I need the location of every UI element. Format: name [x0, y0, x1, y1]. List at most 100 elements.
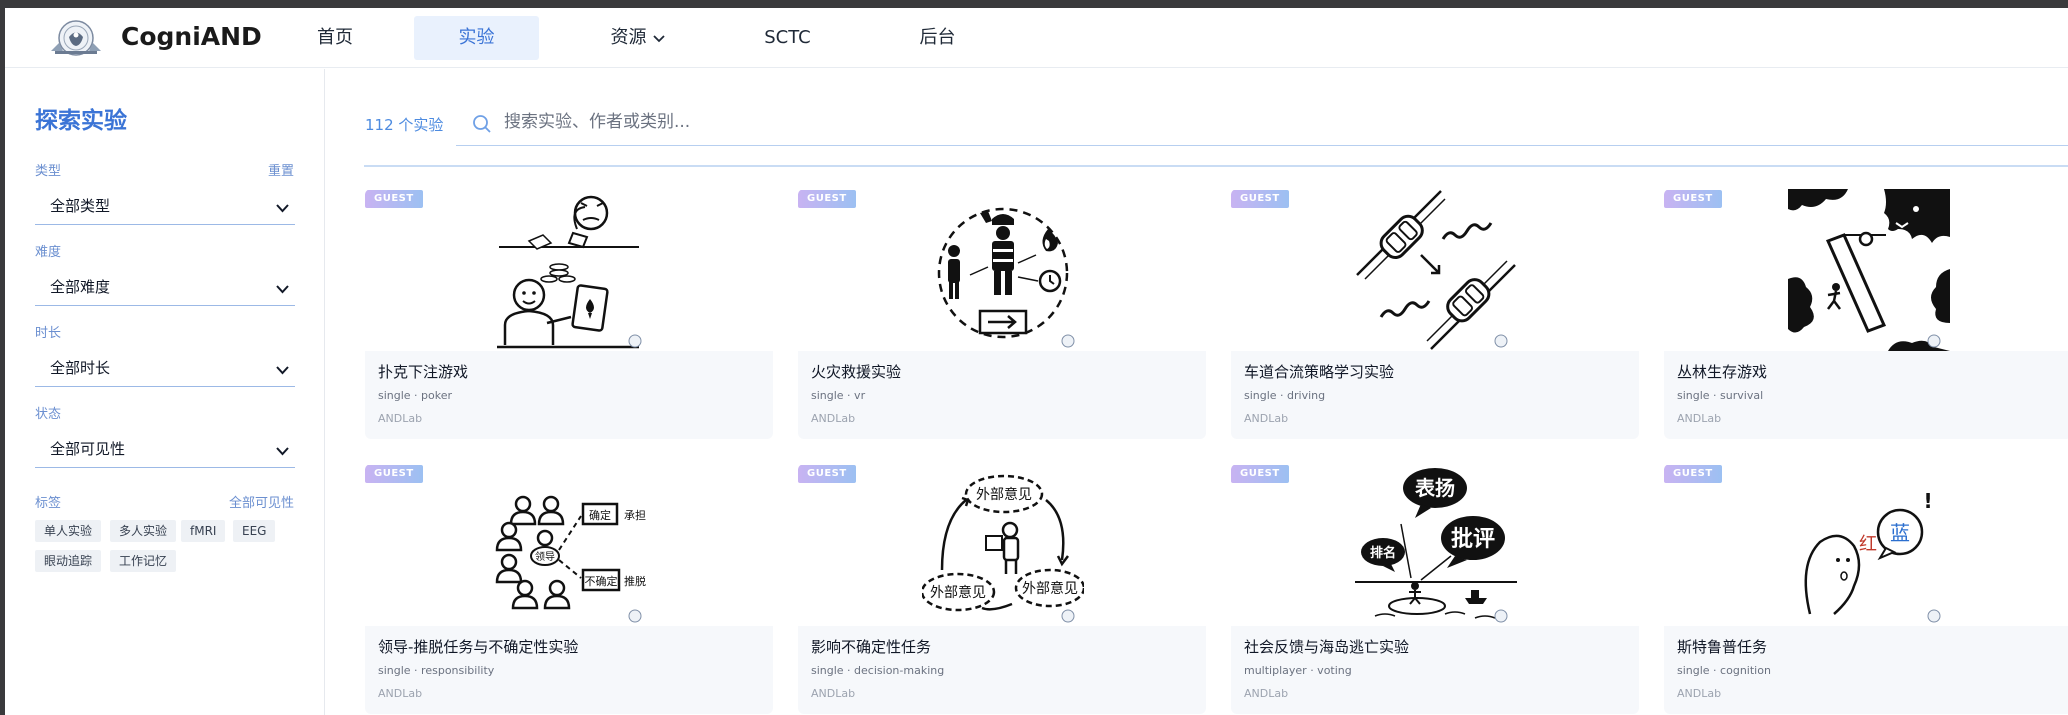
search-bar[interactable]: [456, 98, 2068, 146]
leadership-label-unsure: 不确定: [585, 574, 618, 588]
guest-badge: GUEST: [1231, 190, 1289, 208]
card-info: 车道合流策略学习实验 single · driving ANDLab: [1231, 351, 1639, 439]
experiment-count: 112 个实验: [365, 116, 444, 134]
nav-resources[interactable]: 资源: [575, 16, 700, 60]
guest-badge: GUEST: [365, 190, 423, 208]
card-author: ANDLab: [1244, 687, 1289, 700]
card-info: 丛林生存游戏 single · survival ANDLab: [1664, 351, 2068, 439]
difficulty-filter-label: 难度: [35, 245, 62, 260]
experiment-card[interactable]: GUEST 扑克下注游戏 single · poker ANDLab: [365, 189, 773, 439]
experiment-card[interactable]: 表扬 批评 排名 GUEST 社会反馈与海岛逃亡实验 multiplayer ·…: [1231, 464, 1639, 714]
island-label-rank: 排名: [1370, 545, 1396, 561]
card-meta: multiplayer · voting: [1244, 664, 1352, 677]
island-escape-illustration-icon: 表扬 批评 排名: [1355, 464, 1517, 626]
card-title[interactable]: 斯特鲁普任务: [1677, 636, 1767, 657]
stroop-word-blue: 蓝: [1890, 521, 1910, 545]
status-select[interactable]: 全部可见性: [35, 428, 295, 468]
card-info: 领导-推脱任务与不确定性实验 single · responsibility A…: [365, 626, 773, 714]
brand-name[interactable]: CogniAND: [121, 22, 262, 51]
card-info: 斯特鲁普任务 single · cognition ANDLab: [1664, 626, 2068, 714]
experiment-card[interactable]: 确定 承担 不确定 推脱 领导 GUEST 领导-推脱任务与不确定性实验 sin…: [365, 464, 773, 714]
leadership-illustration-icon: 确定 承担 不确定 推脱 领导: [489, 464, 651, 626]
card-author: ANDLab: [1677, 687, 1722, 700]
tags-all-link[interactable]: 全部可见性: [229, 492, 294, 511]
card-author: ANDLab: [1244, 412, 1289, 425]
type-select[interactable]: 全部类型: [35, 185, 295, 225]
card-title[interactable]: 车道合流策略学习实验: [1244, 361, 1394, 382]
jungle-survival-illustration-icon: [1788, 189, 1950, 351]
stroop-illustration-icon: 红 蓝 !: [1788, 464, 1950, 626]
duration-filter-label: 时长: [35, 326, 62, 341]
opinion-label-right: 外部意见: [1022, 580, 1078, 597]
nav-experiments[interactable]: 实验: [414, 16, 539, 60]
duration-select[interactable]: 全部时长: [35, 347, 295, 387]
card-title[interactable]: 丛林生存游戏: [1677, 361, 1767, 382]
card-info: 影响不确定性任务 single · decision-making ANDLab: [798, 626, 1206, 714]
card-image: GUEST: [1664, 189, 2068, 351]
tag-eye-tracking[interactable]: 眼动追踪: [35, 550, 102, 572]
card-image: GUEST: [1231, 189, 1639, 351]
difficulty-select[interactable]: 全部难度: [35, 266, 295, 306]
card-image: GUEST: [365, 189, 773, 351]
type-filter-label: 类型: [35, 164, 62, 179]
leadership-label-sure: 确定: [589, 508, 611, 522]
tag-multi[interactable]: 多人实验: [110, 520, 177, 542]
search-divider: [364, 165, 2068, 167]
leadership-label-lead: 领导: [535, 550, 555, 563]
leadership-label-take: 承担: [624, 508, 646, 522]
opinion-label-top: 外部意见: [976, 486, 1032, 503]
nav-backend[interactable]: 后台: [875, 16, 1000, 60]
tag-working-memory[interactable]: 工作记忆: [110, 550, 177, 572]
card-title[interactable]: 火灾救援实验: [811, 361, 901, 382]
card-meta: single · driving: [1244, 389, 1326, 402]
reset-filters-link[interactable]: 重置: [268, 160, 294, 179]
search-icon: [472, 114, 492, 138]
brand-logo-icon[interactable]: [45, 17, 107, 59]
card-author: ANDLab: [811, 412, 856, 425]
card-author: ANDLab: [811, 687, 856, 700]
guest-badge: GUEST: [1231, 465, 1289, 483]
card-meta: single · decision-making: [811, 664, 945, 677]
guest-badge: GUEST: [798, 190, 856, 208]
filter-sidebar: 探索实验 类型 重置 全部类型 难度 全部难度 时长 全部时长 状态 全部可见性…: [5, 69, 325, 715]
experiment-card[interactable]: 红 蓝 ! GUEST 斯特鲁普任务 single · cognition AN…: [1664, 464, 2068, 714]
card-title[interactable]: 扑克下注游戏: [378, 361, 468, 382]
nav-sctc[interactable]: SCTC: [725, 16, 850, 60]
card-author: ANDLab: [378, 687, 423, 700]
top-header: CogniAND 首页 实验 资源 SCTC 后台: [5, 8, 2068, 68]
card-info: 火灾救援实验 single · vr ANDLab: [798, 351, 1206, 439]
chevron-down-icon: [276, 279, 289, 298]
guest-badge: GUEST: [1664, 465, 1722, 483]
card-title[interactable]: 社会反馈与海岛逃亡实验: [1244, 636, 1409, 657]
tag-fmri[interactable]: fMRI: [181, 520, 226, 542]
stroop-word-red: 红: [1859, 534, 1877, 555]
chevron-down-icon: [276, 198, 289, 217]
card-info: 社会反馈与海岛逃亡实验 multiplayer · voting ANDLab: [1231, 626, 1639, 714]
tag-single[interactable]: 单人实验: [35, 520, 102, 542]
guest-badge: GUEST: [1664, 190, 1722, 208]
experiment-card[interactable]: GUEST 车道合流策略学习实验 single · driving ANDLab: [1231, 189, 1639, 439]
duration-select-value: 全部时长: [50, 359, 111, 377]
type-select-value: 全部类型: [50, 197, 111, 215]
opinion-cycle-illustration-icon: 外部意见 外部意见 外部意见: [920, 464, 1086, 626]
card-meta: single · cognition: [1677, 664, 1771, 677]
card-meta: single · vr: [811, 389, 866, 402]
nav-home[interactable]: 首页: [285, 16, 385, 60]
card-image: GUEST: [798, 189, 1206, 351]
card-title[interactable]: 领导-推脱任务与不确定性实验: [378, 636, 578, 657]
card-author: ANDLab: [1677, 412, 1722, 425]
card-title[interactable]: 影响不确定性任务: [811, 636, 931, 657]
card-meta: single · survival: [1677, 389, 1764, 402]
experiment-card[interactable]: 外部意见 外部意见 外部意见 GUEST 影响不确定性任务 single · d…: [798, 464, 1206, 714]
card-image: 外部意见 外部意见 外部意见 GUEST: [798, 464, 1206, 626]
sidebar-title: 探索实验: [35, 108, 127, 134]
card-image: 确定 承担 不确定 推脱 领导 GUEST: [365, 464, 773, 626]
search-input[interactable]: [504, 110, 1404, 134]
experiment-card[interactable]: GUEST 火灾救援实验 single · vr ANDLab: [798, 189, 1206, 439]
opinion-label-left: 外部意见: [930, 584, 986, 601]
tag-eeg[interactable]: EEG: [233, 520, 276, 542]
fire-rescue-illustration-icon: [922, 189, 1084, 351]
island-label-criticize: 批评: [1451, 527, 1495, 552]
experiment-card[interactable]: GUEST 丛林生存游戏 single · survival ANDLab: [1664, 189, 2068, 439]
status-select-value: 全部可见性: [50, 440, 126, 458]
